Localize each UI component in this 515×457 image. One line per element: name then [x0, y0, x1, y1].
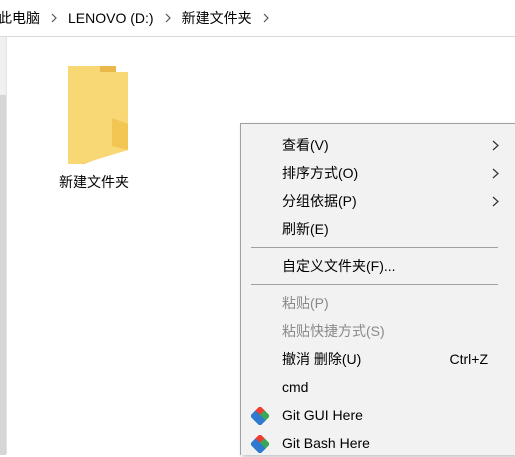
menu-item-sort-by[interactable]: 排序方式(O): [241, 159, 515, 187]
breadcrumb-item-drive[interactable]: LENOVO (D:): [64, 10, 158, 26]
menu-item-group-by[interactable]: 分组依据(P): [241, 187, 515, 215]
navigation-pane-edge: [0, 37, 7, 455]
menu-item-git-bash[interactable]: Git Bash Here: [241, 429, 515, 457]
menu-item-undo-delete[interactable]: 撤消 删除(U) Ctrl+Z: [241, 345, 515, 373]
chevron-right-icon[interactable]: [158, 0, 178, 36]
menu-item-label: 自定义文件夹(F)...: [282, 258, 396, 274]
menu-item-cmd[interactable]: cmd: [241, 373, 515, 401]
context-menu: 查看(V) 排序方式(O) 分组依据(P) 刷新(E) 自定义文件夹(F)...…: [240, 123, 515, 455]
menu-item-label: 分组依据(P): [282, 193, 357, 209]
git-icon: [251, 435, 269, 453]
menu-item-label: 撤消 删除(U): [282, 351, 362, 367]
scrollbar-thumb[interactable]: [0, 95, 6, 455]
breadcrumb: 此电脑 LENOVO (D:) 新建文件夹: [0, 0, 515, 37]
menu-item-label: 粘贴(P): [282, 295, 329, 311]
menu-item-label: 排序方式(O): [282, 165, 359, 181]
menu-item-git-gui[interactable]: Git GUI Here: [241, 401, 515, 429]
menu-item-customize-folder[interactable]: 自定义文件夹(F)...: [241, 252, 515, 280]
menu-item-label: cmd: [282, 379, 309, 395]
menu-item-view[interactable]: 查看(V): [241, 131, 515, 159]
menu-item-refresh[interactable]: 刷新(E): [241, 215, 515, 243]
folder-label: 新建文件夹: [59, 174, 129, 190]
breadcrumb-item-new-folder[interactable]: 新建文件夹: [178, 8, 256, 28]
chevron-right-icon[interactable]: [256, 0, 276, 36]
menu-item-label: 刷新(E): [282, 221, 329, 237]
chevron-right-icon: [492, 168, 499, 179]
menu-item-paste[interactable]: 粘贴(P): [241, 289, 515, 317]
menu-item-label: Git Bash Here: [282, 435, 370, 451]
chevron-right-icon: [492, 140, 499, 151]
menu-item-shortcut: Ctrl+Z: [449, 351, 489, 367]
menu-item-label: 粘贴快捷方式(S): [282, 323, 385, 339]
folder-item[interactable]: 新建文件夹: [44, 58, 144, 192]
menu-item-label: 查看(V): [282, 137, 329, 153]
git-icon: [251, 407, 269, 425]
menu-separator: [251, 247, 498, 248]
chevron-right-icon: [492, 196, 499, 207]
chevron-right-icon[interactable]: [44, 0, 64, 36]
menu-separator: [251, 284, 498, 285]
breadcrumb-item-this-pc[interactable]: 此电脑: [0, 8, 44, 28]
menu-item-label: Git GUI Here: [282, 407, 363, 423]
menu-item-paste-shortcut[interactable]: 粘贴快捷方式(S): [241, 317, 515, 345]
folder-icon: [68, 66, 128, 164]
